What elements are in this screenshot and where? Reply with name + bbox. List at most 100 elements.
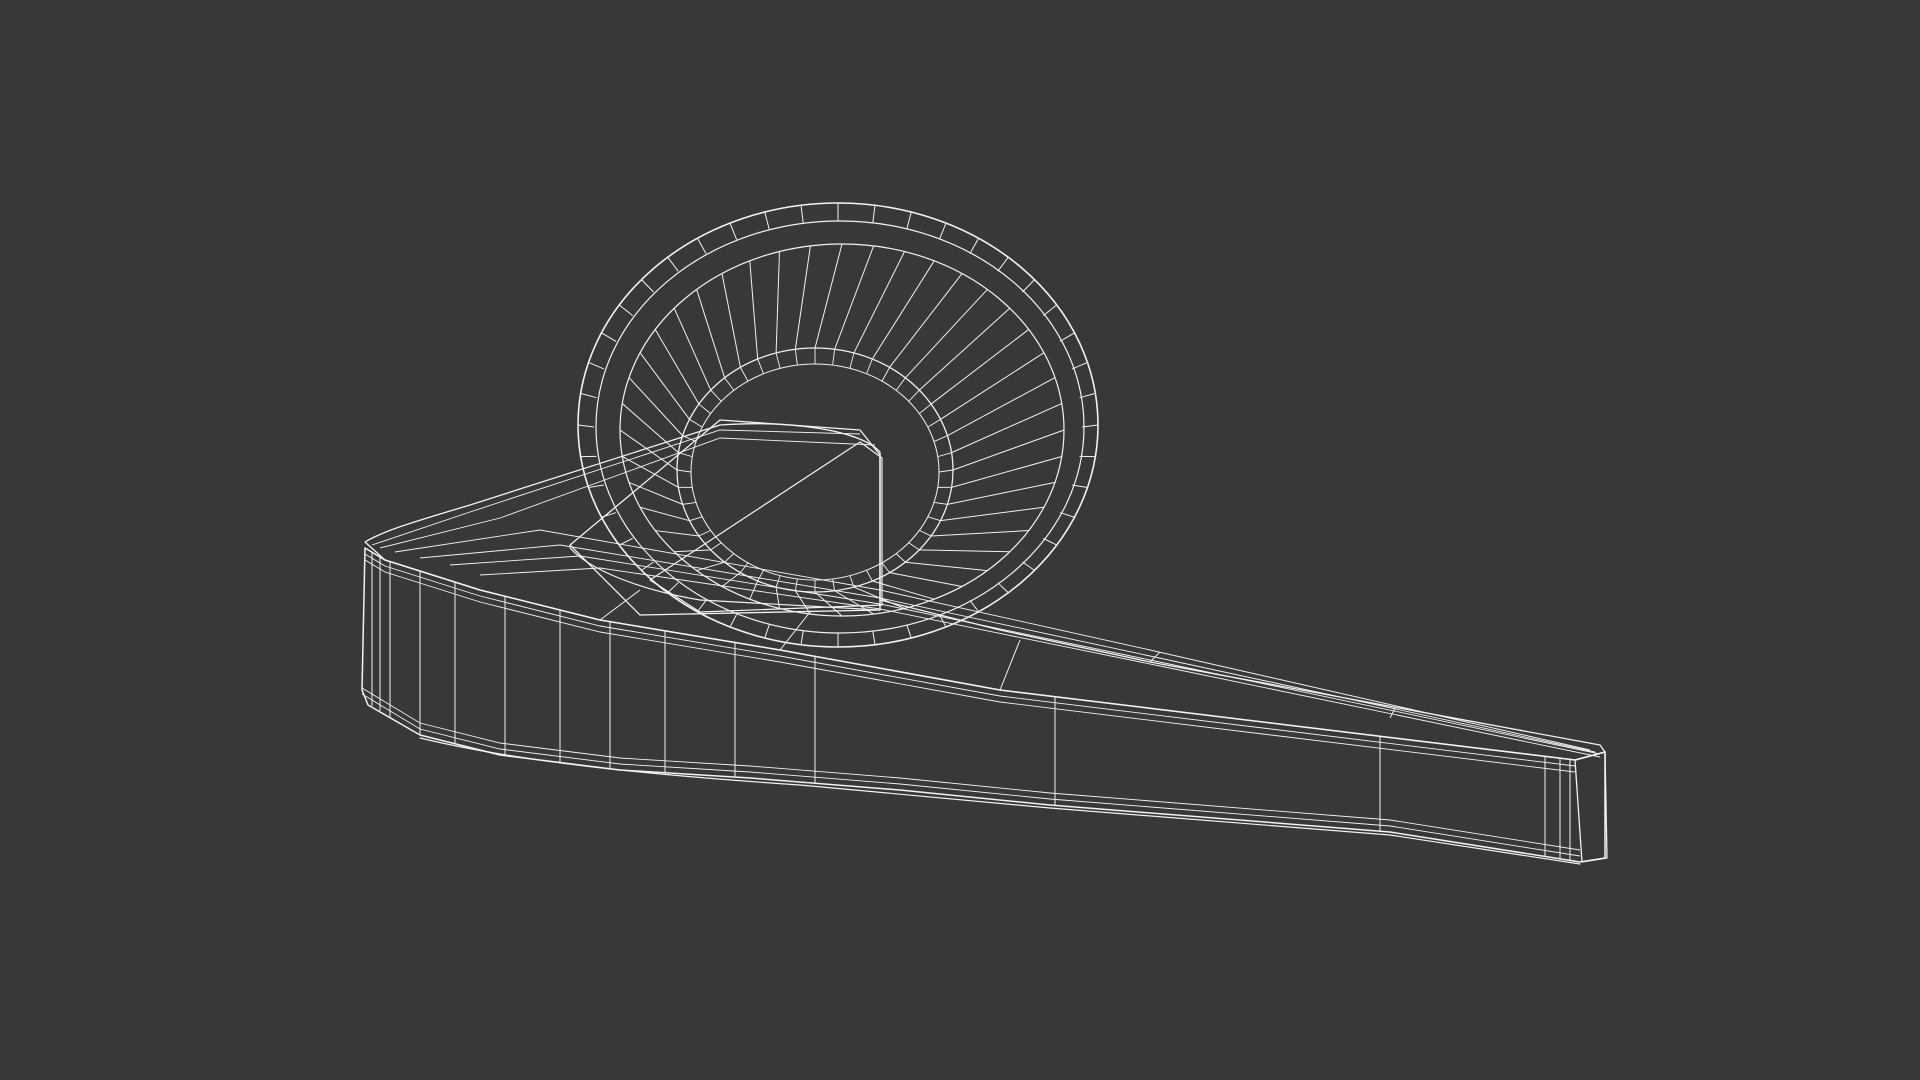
lever-front-face [361,547,1606,863]
rosette-rim-segment [906,211,912,230]
rosette-rim-segment [764,211,770,230]
rosette-hub-segment [927,516,941,522]
rosette-hub-segment [832,349,836,366]
rosette-face-spoke [940,506,1045,522]
rosette-face-spoke [889,273,963,368]
rosette-hub-segment [866,358,873,374]
rosette-face-spoke [794,590,811,615]
rosette-hub-segment [933,501,948,505]
rosette-hub-segment [895,553,906,563]
lever-top-surface [364,423,1606,761]
rosette-hub-segment [757,570,764,582]
rosette-rim-segment [906,624,912,639]
rosette-rim-segment [1071,361,1088,370]
rosette-hub-segment [881,562,890,573]
rosette-hub-segment [927,418,941,428]
rosette-hub-segment [933,435,948,442]
rosette-face-spoke [628,377,683,436]
top-cross-line [1149,651,1161,663]
rosette-face-spoke [889,572,963,587]
rosette-radial-segments [577,203,1099,647]
rosette-hub-segment [775,352,781,369]
rosette-rim-segment [696,237,707,254]
rosette-hub-segment [710,542,722,551]
rosette-rim-segment [667,256,679,272]
rosette-rim-inner-edge [595,220,1085,634]
rosette-hub-segment [938,469,954,473]
rosette-face [619,243,1065,617]
rosette-hub-segment [739,367,749,382]
rosette-hub-segment [908,389,920,402]
rosette-rim-segment [997,582,1009,594]
lever-top-edge-loops [371,429,1601,758]
rosette-face-spoke [919,549,1010,553]
rosette-rim-segment [997,256,1009,272]
rosette-rim-segment [872,630,876,645]
rosette-hub-segment [676,469,692,473]
lever-underside-edge [419,737,1581,865]
rosette-face-spoke [905,561,988,572]
rosette-rim-segment [1059,512,1075,518]
rosette-hub-segment [866,570,873,582]
rosette-rim-segment [697,599,707,613]
top-cross-line [999,639,1021,691]
rosette-rim-segment [577,424,595,428]
rosette-rim-segment [938,222,947,240]
rosette-face-spoke [655,530,699,537]
rosette-hub-segment [724,553,735,563]
rosette-hub-segment [794,578,798,591]
rosette-hub-segment [689,516,703,522]
rosette-rim-segment [1072,484,1088,489]
rosette-rim-segment [1059,332,1075,342]
rosette-hub-segment [710,389,722,402]
rosette-face-spoke [794,245,811,350]
rosette-inner-hub-rim [676,347,954,593]
rosette-hub-segment [919,529,932,537]
rosette-face-spoke [940,352,1045,420]
rosette-plate [577,202,1099,648]
rosette-hub-segment [682,501,697,505]
rosette-face-spoke [749,260,759,360]
rosette-face-spoke [947,377,1056,437]
rosette-rim-segment [641,279,654,293]
rosette-hub-segment [908,542,920,551]
render-viewport [0,0,1920,1080]
rosette-hub-segment [849,352,855,369]
rosette-face-spoke [696,561,725,572]
rosette-rim-segment [729,222,738,240]
rosette-rim-segment [618,304,634,317]
lever-tip [1574,751,1608,863]
rosette-face-spoke [814,243,843,349]
lever-front-panel [361,547,1606,863]
rosette-rim-segment [1042,304,1058,317]
rosette-face-spoke [621,403,679,454]
top-edge-loop-line [394,529,1591,751]
rosette-rim-segment [969,237,980,254]
rosette-rim-segment [1022,561,1035,571]
front-bottom-bevel-line [361,693,1581,857]
rosette-hub-segment [698,403,711,414]
rosette-hub-segment [757,358,764,374]
rosette-rim-segment [588,361,605,370]
top-edge-loop-line [479,567,1601,758]
rosette-hub-segment [832,578,836,591]
rosette-face-spoke [834,245,875,350]
rosette-face-spoke [871,260,935,360]
rosette-hub-segment [794,349,798,366]
rosette-hub-segment [881,367,891,382]
rosette-rim-segment [800,205,804,224]
rosette-face-spoke [673,307,712,391]
rosette-rim-segment [764,624,770,639]
rosette-face-spoke [775,251,780,353]
rosette-rim-segment [580,392,597,399]
rosette-rim-segment [872,205,876,224]
rosette-face-spoke [639,352,690,420]
rosette-hub-segment [689,418,703,428]
rosette-hub-segment [740,562,749,573]
rosette-face-spoke [775,586,780,609]
rosette-rim-segment [601,332,617,342]
rosette-face-spoke [654,329,700,405]
lever-top-face [364,423,1606,761]
top-edge-loop-line [371,429,861,546]
rosette-rim-segment [667,582,679,594]
